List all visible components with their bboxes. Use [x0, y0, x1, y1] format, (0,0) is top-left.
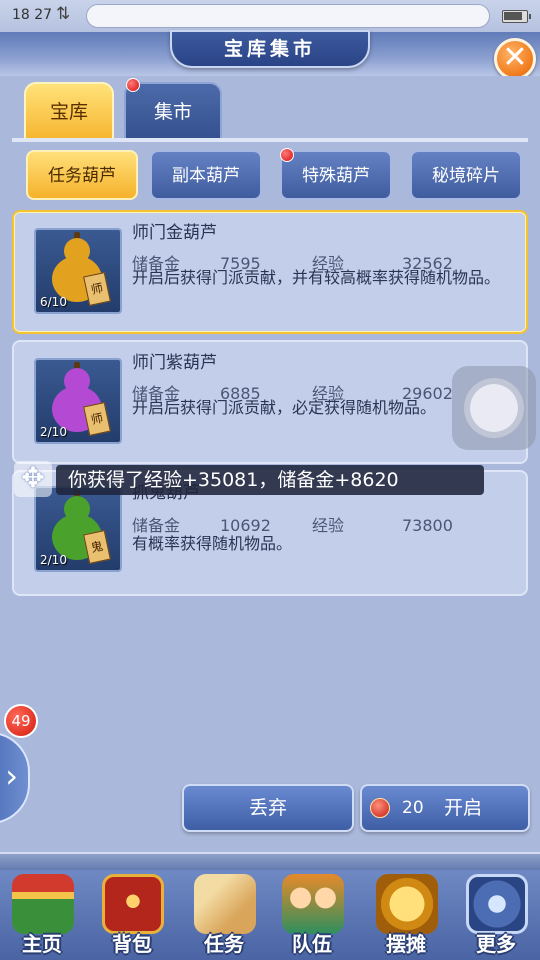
nav-label: 摆摊	[386, 932, 426, 956]
tab-vault[interactable]: 宝库	[24, 82, 114, 142]
subtab-special-gourd[interactable]: 特殊葫芦	[280, 150, 392, 200]
item-description: 有概率获得随机物品。	[132, 534, 293, 553]
bag-icon	[102, 874, 164, 934]
tab-divider	[12, 138, 528, 142]
nav-bag[interactable]: 背包	[92, 874, 172, 960]
item-tag: 师	[83, 402, 111, 436]
list-item-purple-gourd[interactable]: 师 2/10 师门紫葫芦 储备金 6885 经验 29602 开启后获得门派贡献，必定…	[12, 340, 528, 464]
subtab-secret-fragment[interactable]: 秘境碎片	[410, 150, 522, 200]
reserve-label: 储备金	[132, 516, 181, 535]
clock: 18 27	[12, 7, 53, 23]
nav-stall[interactable]: 摆摊	[366, 874, 446, 960]
nav-home[interactable]: 主页	[2, 874, 82, 960]
item-name: 师门金葫芦	[132, 223, 217, 243]
open-count: 20	[402, 798, 424, 818]
gold-gourd-icon: 师 6/10	[34, 228, 122, 314]
nav-team[interactable]: 队伍	[272, 874, 352, 960]
item-tag: 师	[83, 272, 111, 306]
exp-label: 经验	[312, 516, 345, 535]
task-icon	[194, 874, 256, 934]
item-name: 师门紫葫芦	[132, 353, 217, 373]
status-bar: 18 27 ⇅	[0, 0, 540, 32]
move-arrows-icon[interactable]: ✥	[14, 461, 52, 497]
nav-label: 主页	[22, 932, 62, 956]
discard-button[interactable]: 丢弃	[182, 784, 354, 832]
subtab-dungeon-gourd[interactable]: 副本葫芦	[150, 150, 262, 200]
exp-value: 73800	[402, 516, 453, 535]
item-count: 6/10	[40, 295, 67, 309]
reward-toast: 你获得了经验+35081，储备金+8620	[56, 465, 484, 495]
home-icon	[12, 874, 74, 934]
nav-more[interactable]: 更多	[456, 874, 536, 960]
item-count: 2/10	[40, 425, 67, 439]
stall-icon	[376, 874, 438, 934]
subtab-special-red-dot	[280, 148, 294, 162]
team-icon	[282, 874, 344, 934]
url-bar[interactable]	[86, 4, 490, 28]
more-icon	[466, 874, 528, 934]
battery-icon	[502, 10, 531, 23]
green-gourd-icon: 鬼 2/10	[34, 486, 122, 572]
reserve-value: 10692	[220, 516, 271, 535]
nav-label: 背包	[112, 932, 152, 956]
side-badge: 49	[4, 704, 38, 738]
list-item-gold-gourd[interactable]: 师 6/10 师门金葫芦 储备金 7595 经验 32562 开启后获得门派贡献，并有…	[12, 210, 528, 334]
subtab-task-gourd[interactable]: 任务葫芦	[26, 150, 138, 200]
close-button[interactable]: ✕	[494, 38, 536, 80]
jar-icon	[370, 798, 390, 818]
tab-market-red-dot	[126, 78, 140, 92]
assistive-touch-button[interactable]	[452, 366, 536, 450]
nav-task[interactable]: 任务	[184, 874, 264, 960]
data-transfer-icon: ⇅	[56, 4, 71, 24]
tab-market[interactable]: 集市	[124, 82, 222, 142]
nav-label: 队伍	[292, 932, 332, 956]
window-title: 宝库集市	[170, 30, 370, 68]
item-stats: 储备金 10692 经验 73800	[132, 512, 453, 536]
nav-label: 任务	[204, 932, 244, 956]
open-button[interactable]: 20 开启	[360, 784, 530, 832]
open-label: 开启	[444, 797, 483, 819]
item-tag: 鬼	[83, 530, 111, 564]
purple-gourd-icon: 师 2/10	[34, 358, 122, 444]
nav-label: 更多	[476, 932, 516, 956]
item-count: 2/10	[40, 553, 67, 567]
item-description: 开启后获得门派贡献，并有较高概率获得随机物品。	[132, 268, 501, 287]
bottom-frame	[0, 852, 540, 872]
